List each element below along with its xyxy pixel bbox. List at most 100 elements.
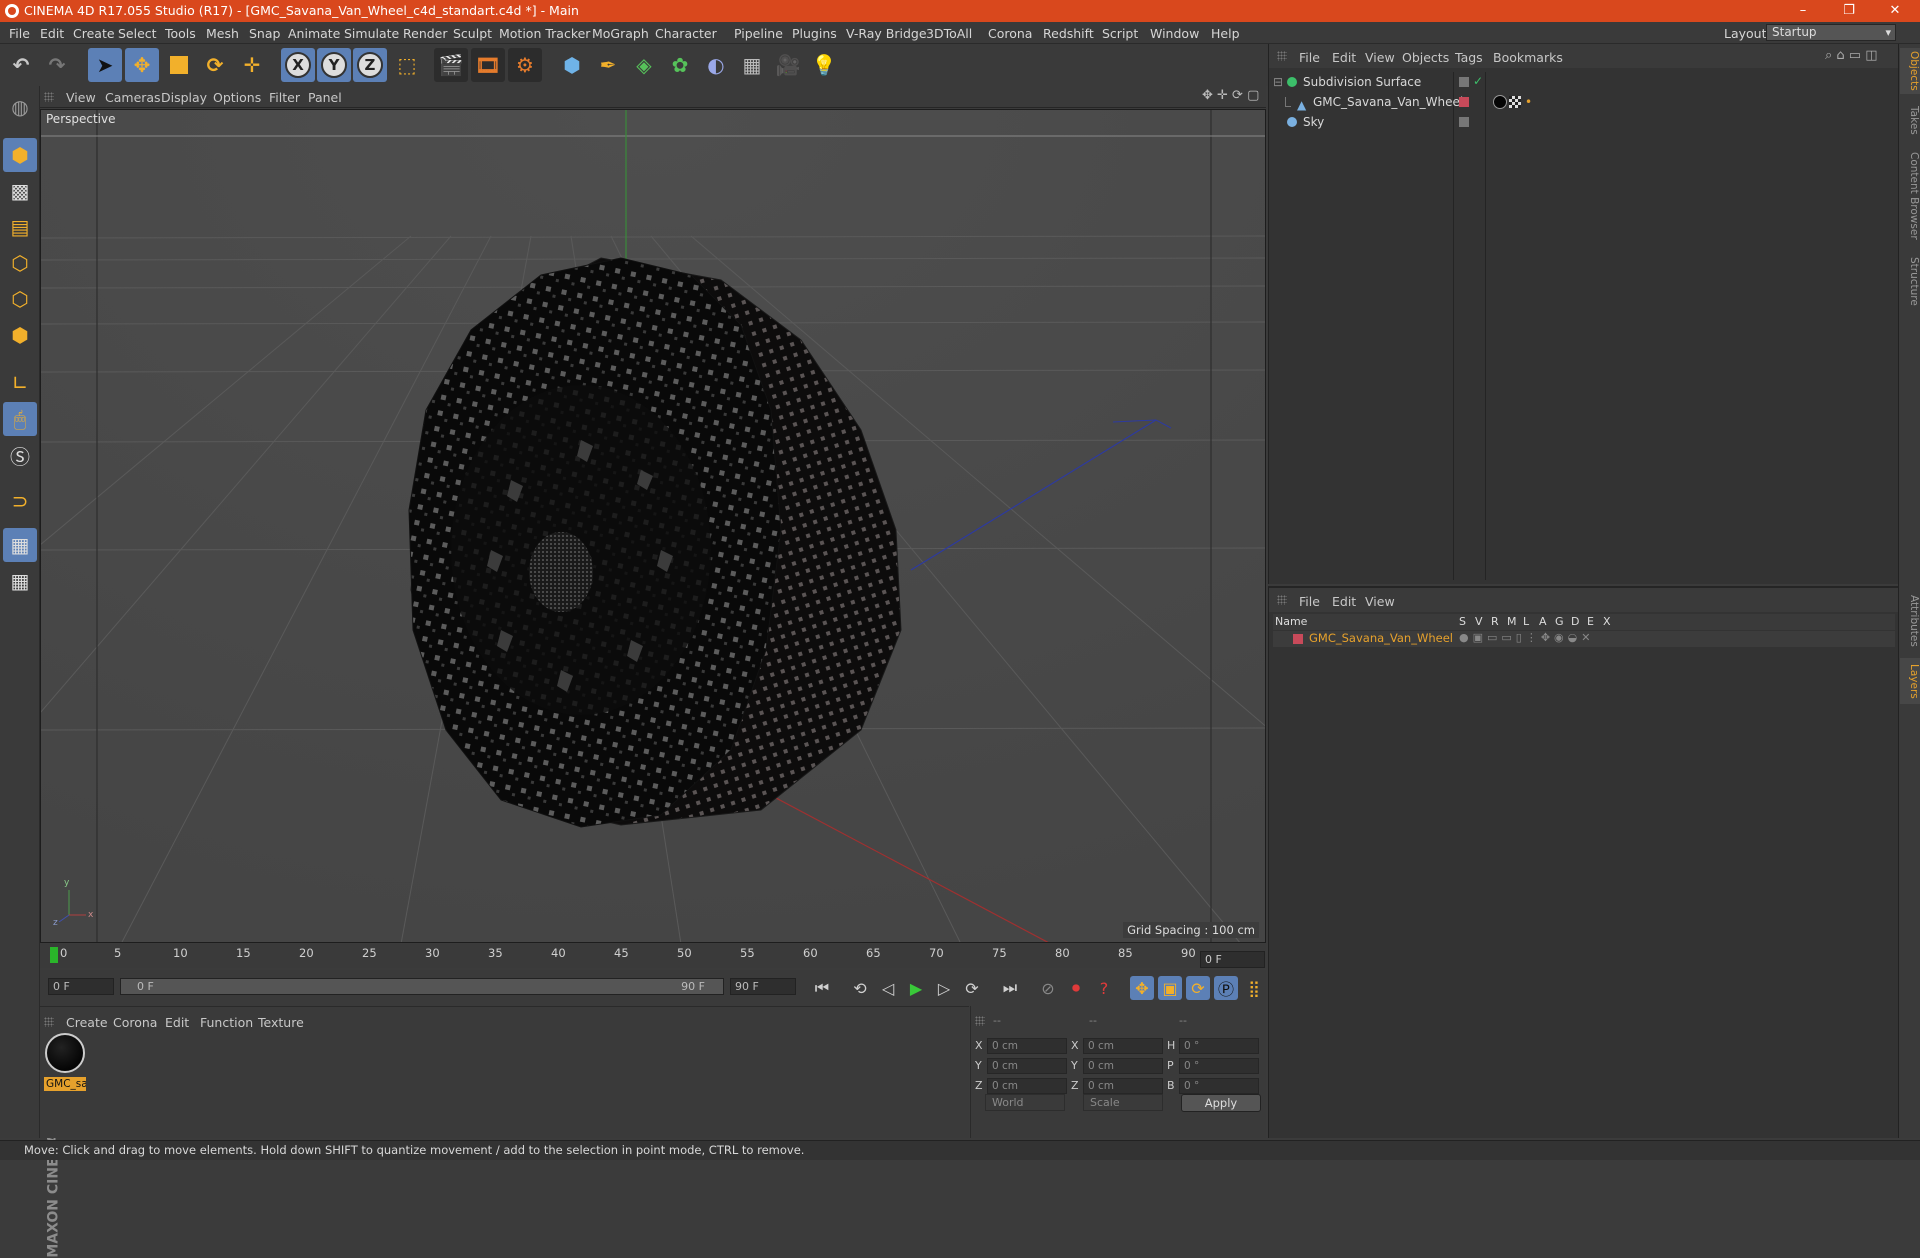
- objects-menu-edit[interactable]: Edit: [1332, 50, 1356, 65]
- add-spline-button[interactable]: ✒: [591, 48, 625, 82]
- objects-menu-tags[interactable]: Tags: [1455, 50, 1483, 65]
- material-menu-corona[interactable]: Corona: [113, 1015, 157, 1030]
- coordinate-space-select[interactable]: World: [985, 1094, 1065, 1111]
- polygons-mode-button[interactable]: ⬢: [3, 318, 37, 352]
- close-button[interactable]: ✕: [1872, 0, 1918, 22]
- render-to-picture-viewer-button[interactable]: 🎞: [471, 48, 505, 82]
- menu-vray-bridge[interactable]: V-Ray Bridge: [846, 26, 927, 41]
- size-x-field[interactable]: 0 cm: [1083, 1038, 1163, 1054]
- objects-menu-view[interactable]: View: [1365, 50, 1395, 65]
- material-name-label[interactable]: GMC_sa: [44, 1077, 86, 1091]
- 3d-viewport[interactable]: Perspective y z x Grid Spacing : 100 cm: [40, 109, 1266, 943]
- edit-render-settings-button[interactable]: ⚙: [508, 48, 542, 82]
- axis-mode-button[interactable]: ∟: [3, 366, 37, 400]
- add-camera-button[interactable]: 🎥: [771, 48, 805, 82]
- layers-menu-view[interactable]: View: [1365, 594, 1395, 609]
- tab-attributes[interactable]: Attributes: [1900, 590, 1920, 652]
- object-manager-search-icons[interactable]: ⌕ ⌂ ▭ ◫: [1825, 48, 1878, 63]
- texture-mode-button[interactable]: ▩: [3, 174, 37, 208]
- material-menu-texture[interactable]: Texture: [258, 1015, 304, 1030]
- add-floor-button[interactable]: ▦: [735, 48, 769, 82]
- material-tag-icon[interactable]: [1493, 95, 1507, 109]
- tab-objects[interactable]: Objects: [1900, 48, 1920, 94]
- panel-grip-icon[interactable]: [1277, 595, 1287, 605]
- menu-select[interactable]: Select: [118, 26, 157, 41]
- material-menu-function[interactable]: Function: [200, 1015, 253, 1030]
- frame-range-slider[interactable]: 0 F 90 F: [120, 978, 724, 995]
- material-menu-edit[interactable]: Edit: [165, 1015, 189, 1030]
- move-tool-button[interactable]: ✥: [125, 48, 159, 82]
- current-frame-field[interactable]: 0 F: [1200, 951, 1265, 968]
- menu-tools[interactable]: Tools: [165, 26, 196, 41]
- key-pla-button[interactable]: ⣿: [1242, 976, 1266, 1000]
- menu-mograph[interactable]: MoGraph: [592, 26, 649, 41]
- layers-menu-edit[interactable]: Edit: [1332, 594, 1356, 609]
- menu-script[interactable]: Script: [1102, 26, 1138, 41]
- viewport-menu-display[interactable]: Display: [161, 90, 207, 105]
- panel-grip-icon[interactable]: [975, 1016, 985, 1026]
- add-light-button[interactable]: 💡: [807, 48, 841, 82]
- material-menu-create[interactable]: Create: [66, 1015, 108, 1030]
- menu-help[interactable]: Help: [1211, 26, 1240, 41]
- rotate-tool-button[interactable]: ⟳: [198, 48, 232, 82]
- playhead[interactable]: [50, 947, 58, 963]
- layer-swatch-icon[interactable]: [1459, 77, 1469, 87]
- size-y-field[interactable]: 0 cm: [1083, 1058, 1163, 1074]
- layout-select[interactable]: Startup: [1766, 24, 1896, 41]
- previous-key-button[interactable]: ⟲: [848, 976, 872, 1000]
- tab-structure[interactable]: Structure: [1900, 252, 1920, 310]
- add-nurbs-button[interactable]: ◈: [627, 48, 661, 82]
- objects-menu-file[interactable]: File: [1299, 50, 1320, 65]
- viewport-menu-options[interactable]: Options: [213, 90, 261, 105]
- panel-grip-icon[interactable]: [44, 1017, 54, 1027]
- rot-b-field[interactable]: 0 °: [1179, 1078, 1259, 1094]
- edges-mode-button[interactable]: ⬡: [3, 282, 37, 316]
- object-row-subdivision-surface[interactable]: ⊟ Subdivision Surface ✓: [1273, 73, 1893, 91]
- menu-snap[interactable]: Snap: [249, 26, 280, 41]
- panel-grip-icon[interactable]: [1277, 51, 1287, 61]
- menu-character[interactable]: Character: [655, 26, 717, 41]
- z-axis-lock-button[interactable]: Z: [353, 48, 387, 82]
- menu-pipeline[interactable]: Pipeline: [734, 26, 783, 41]
- pos-x-field[interactable]: 0 cm: [987, 1038, 1067, 1054]
- menu-animate[interactable]: Animate: [288, 26, 340, 41]
- record-keys-button[interactable]: ⊘: [1036, 976, 1060, 1000]
- x-axis-lock-button[interactable]: X: [281, 48, 315, 82]
- points-mode-button[interactable]: ⬡: [3, 246, 37, 280]
- live-selection-button[interactable]: ➤: [88, 48, 122, 82]
- next-frame-button[interactable]: ▷: [932, 976, 956, 1000]
- render-view-button[interactable]: 🎬: [434, 48, 468, 82]
- menu-render[interactable]: Render: [403, 26, 448, 41]
- viewport-menu-cameras[interactable]: Cameras: [105, 90, 161, 105]
- key-scale-button[interactable]: ▣: [1158, 976, 1182, 1000]
- timeline-ruler[interactable]: 0 5 10 15 20 25 30 35 40 45 50 55 60 65 …: [40, 944, 1266, 968]
- menu-file[interactable]: File: [9, 26, 30, 41]
- menu-window[interactable]: Window: [1150, 26, 1199, 41]
- menu-edit[interactable]: Edit: [40, 26, 64, 41]
- menu-plugins[interactable]: Plugins: [792, 26, 837, 41]
- add-array-button[interactable]: ✿: [663, 48, 697, 82]
- object-row-gmc-savana-van-wheel[interactable]: ▲ GMC_Savana_Van_Wheel •: [1273, 93, 1893, 112]
- phong-tag-icon[interactable]: •: [1525, 93, 1532, 111]
- menu-sculpt[interactable]: Sculpt: [453, 26, 492, 41]
- viewport-menu-view[interactable]: View: [66, 90, 96, 105]
- keyframe-selection-button[interactable]: ?: [1092, 976, 1116, 1000]
- add-deformer-button[interactable]: ◐: [699, 48, 733, 82]
- menu-create[interactable]: Create: [73, 26, 115, 41]
- viewport-camera-label[interactable]: Perspective: [46, 112, 116, 126]
- key-parameter-button[interactable]: Ⓟ: [1214, 976, 1238, 1000]
- key-rotation-button[interactable]: ⟳: [1186, 976, 1210, 1000]
- tab-layers[interactable]: Layers: [1900, 658, 1920, 704]
- end-frame-field[interactable]: 90 F: [730, 978, 796, 995]
- go-to-end-button[interactable]: ⏭: [998, 976, 1022, 1000]
- add-cube-button[interactable]: ⬢: [555, 48, 589, 82]
- layer-flag-icons[interactable]: ●▣▭▭▯⋮✥◉◒✕: [1459, 631, 1594, 644]
- go-to-start-button[interactable]: ⏮: [810, 976, 834, 1000]
- scale-tool-button[interactable]: [162, 48, 196, 82]
- restore-button[interactable]: ❐: [1826, 0, 1872, 22]
- viewport-menu-filter[interactable]: Filter: [269, 90, 300, 105]
- model-mode-button[interactable]: ⬢: [3, 138, 37, 172]
- objects-menu-bookmarks[interactable]: Bookmarks: [1493, 50, 1563, 65]
- redo-button[interactable]: ↷: [40, 48, 74, 82]
- layer-row-gmc-savana-van-wheel[interactable]: GMC_Savana_Van_Wheel ●▣▭▭▯⋮✥◉◒✕: [1273, 631, 1895, 647]
